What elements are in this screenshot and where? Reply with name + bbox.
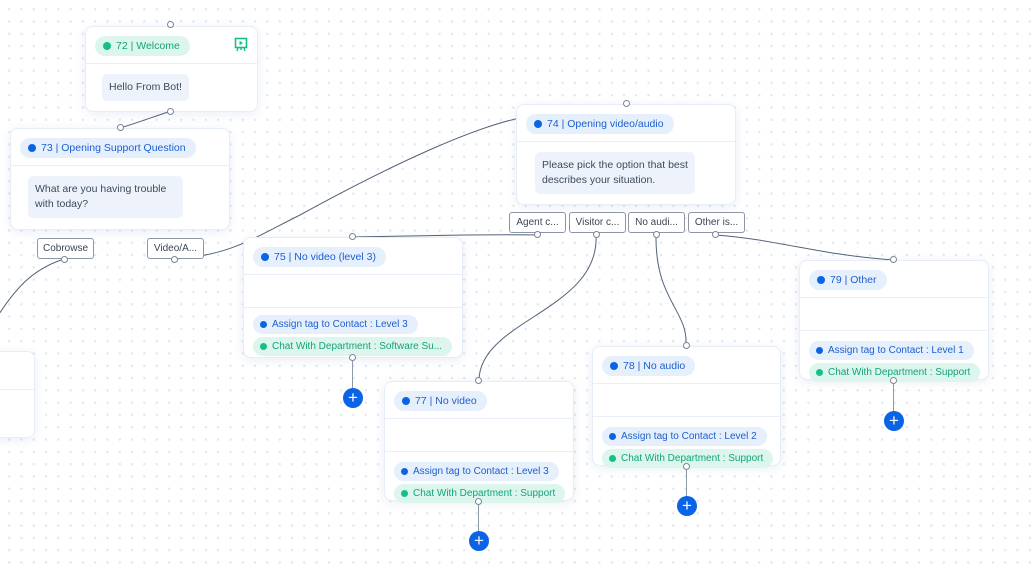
input-port[interactable]: [167, 21, 174, 28]
status-dot: [609, 433, 616, 440]
edge-cobrowse-offscreen: [0, 258, 65, 314]
node-title-chip: 79 | Other: [809, 270, 887, 290]
node-header: 73 | Opening Support Question: [11, 129, 229, 166]
add-step-button[interactable]: +: [884, 411, 904, 431]
edge-visitor-77: [478, 234, 597, 381]
node-header: 78 | No audio: [593, 347, 780, 384]
node-title: 79 | Other: [830, 274, 877, 286]
node-header: 75 | No video (level 3): [244, 238, 462, 275]
option-no-audio[interactable]: No audi...: [628, 212, 685, 233]
node-title-chip: 77 | No video: [394, 391, 487, 411]
output-port[interactable]: [171, 256, 178, 263]
action-assign-tag[interactable]: Assign tag to Contact : Level 3: [253, 315, 418, 334]
output-port[interactable]: [712, 231, 719, 238]
node-title: 75 | No video (level 3): [274, 251, 376, 263]
option-other[interactable]: Other is...: [688, 212, 745, 233]
edge-noaudio-78: [655, 234, 687, 346]
status-dot: [609, 455, 616, 462]
status-dot: [401, 490, 408, 497]
flow-node-partial[interactable]: [0, 351, 35, 438]
output-port[interactable]: [593, 231, 600, 238]
status-dot: [261, 253, 269, 261]
input-port[interactable]: [117, 124, 124, 131]
node-title: 77 | No video: [415, 395, 477, 407]
node-title-chip: 73 | Opening Support Question: [20, 138, 196, 158]
flow-node-72[interactable]: 72 | Welcome Hello From Bot!: [85, 26, 258, 112]
status-dot: [402, 397, 410, 405]
bot-message: Please pick the option that best describ…: [535, 152, 695, 194]
node-title-chip: 78 | No audio: [602, 356, 696, 376]
add-step-button[interactable]: +: [677, 496, 697, 516]
node-title-chip: 74 | Opening video/audio: [526, 114, 674, 134]
status-dot: [816, 369, 823, 376]
node-title-chip: 72 | Welcome: [95, 36, 190, 56]
flow-node-74[interactable]: 74 | Opening video/audio Please pick the…: [516, 104, 736, 205]
status-dot: [816, 347, 823, 354]
bot-message: What are you having trouble with today?: [28, 176, 183, 218]
output-port[interactable]: [349, 354, 356, 361]
flow-node-77[interactable]: 77 | No video Assign tag to Contact : Le…: [384, 381, 574, 503]
edge-other-79: [715, 234, 895, 261]
output-port[interactable]: [683, 463, 690, 470]
option-visitor[interactable]: Visitor c...: [569, 212, 626, 233]
action-assign-tag[interactable]: Assign tag to Contact : Level 2: [602, 427, 767, 446]
flow-node-78[interactable]: 78 | No audio Assign tag to Contact : Le…: [592, 346, 781, 468]
output-port[interactable]: [167, 108, 174, 115]
bot-message: Hello From Bot!: [102, 74, 189, 101]
presentation-preview-icon[interactable]: [234, 37, 248, 52]
add-step-button[interactable]: +: [343, 388, 363, 408]
flow-node-75[interactable]: 75 | No video (level 3) Assign tag to Co…: [243, 237, 463, 358]
node-header: 77 | No video: [385, 382, 573, 419]
node-header: 79 | Other: [800, 261, 988, 298]
status-dot: [817, 276, 825, 284]
option-agent[interactable]: Agent c...: [509, 212, 566, 233]
input-port[interactable]: [683, 342, 690, 349]
add-step-button[interactable]: +: [469, 531, 489, 551]
output-port[interactable]: [653, 231, 660, 238]
output-port[interactable]: [475, 498, 482, 505]
edge-72-73: [119, 110, 172, 129]
node-title: 74 | Opening video/audio: [547, 118, 664, 130]
input-port[interactable]: [475, 377, 482, 384]
action-assign-tag[interactable]: Assign tag to Contact : Level 3: [394, 462, 559, 481]
status-dot: [28, 144, 36, 152]
node-title: 78 | No audio: [623, 360, 686, 372]
status-dot: [401, 468, 408, 475]
node-title: 72 | Welcome: [116, 40, 180, 52]
output-port[interactable]: [890, 377, 897, 384]
node-title: 73 | Opening Support Question: [41, 142, 186, 154]
node-header: 72 | Welcome: [86, 27, 257, 64]
status-dot: [260, 343, 267, 350]
action-assign-tag[interactable]: Assign tag to Contact : Level 1: [809, 341, 974, 360]
output-port[interactable]: [61, 256, 68, 263]
flow-node-79[interactable]: 79 | Other Assign tag to Contact : Level…: [799, 260, 989, 382]
input-port[interactable]: [890, 256, 897, 263]
status-dot: [610, 362, 618, 370]
output-port[interactable]: [534, 231, 541, 238]
status-dot: [103, 42, 111, 50]
node-header: 74 | Opening video/audio: [517, 105, 735, 142]
input-port[interactable]: [349, 233, 356, 240]
input-port[interactable]: [623, 100, 630, 107]
node-title-chip: 75 | No video (level 3): [253, 247, 386, 267]
flow-node-73[interactable]: 73 | Opening Support Question What are y…: [10, 128, 230, 230]
status-dot: [534, 120, 542, 128]
status-dot: [260, 321, 267, 328]
